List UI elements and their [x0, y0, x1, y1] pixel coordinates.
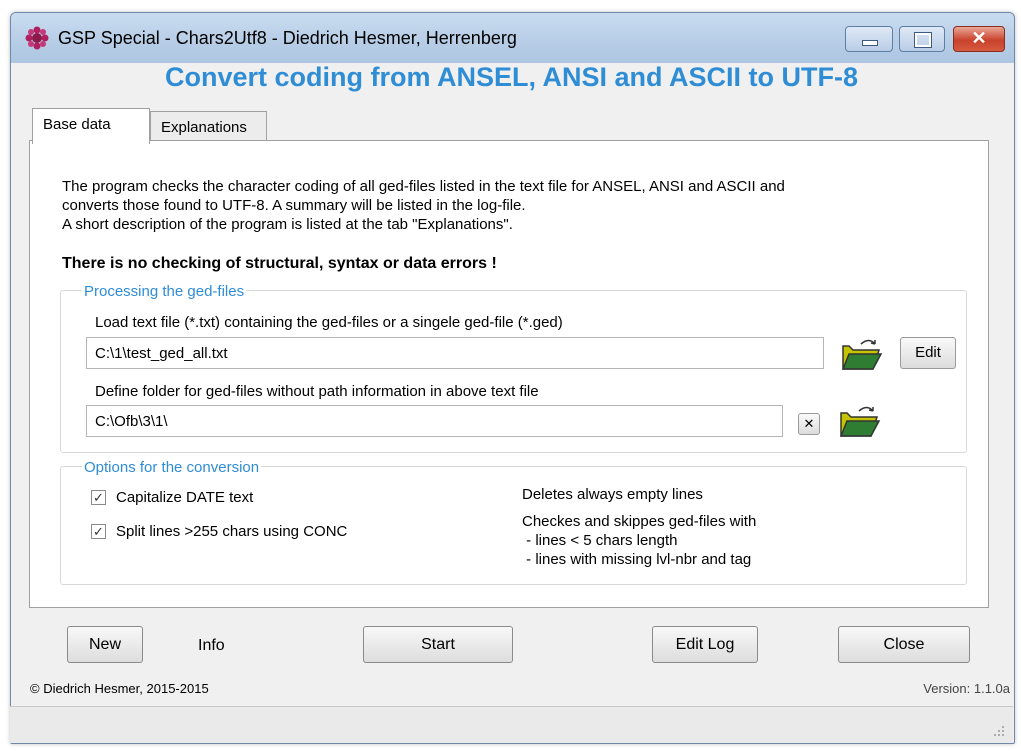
- intro-line-1: The program checks the character coding …: [62, 178, 785, 195]
- load-file-field[interactable]: C:\1\test_ged_all.txt: [86, 337, 824, 369]
- split-lines-label: Split lines >255 chars using CONC: [116, 523, 348, 540]
- note-missing-tag: - lines with missing lvl-nbr and tag: [522, 551, 752, 568]
- close-button[interactable]: Close: [838, 626, 970, 663]
- close-window-button[interactable]: ✕: [953, 26, 1005, 52]
- clear-icon: ✕: [803, 416, 815, 431]
- title-bar[interactable]: GSP Special - Chars2Utf8 - Diedrich Hesm…: [11, 13, 1014, 63]
- load-file-label: Load text file (*.txt) containing the ge…: [95, 314, 563, 331]
- intro-line-2: converts those found to UTF-8. A summary…: [62, 197, 526, 214]
- copyright-text: © Diedrich Hesmer, 2015-2015: [30, 681, 209, 696]
- app-logo-icon: [25, 26, 49, 50]
- start-button[interactable]: Start: [363, 626, 513, 663]
- close-icon: ✕: [971, 28, 987, 48]
- resize-grip-icon[interactable]: [993, 725, 1005, 737]
- tab-base-data[interactable]: Base data: [32, 108, 150, 144]
- folder-label: Define folder for ged-files without path…: [95, 383, 539, 400]
- warning-text: There is no checking of structural, synt…: [62, 255, 497, 272]
- new-button[interactable]: New: [67, 626, 143, 663]
- version-text: Version: 1.1.0a: [923, 681, 1010, 696]
- note-skip-header: Checkes and skippes ged-files with: [522, 513, 757, 530]
- options-group-title: Options for the conversion: [82, 459, 262, 476]
- intro-line-3: A short description of the program is li…: [62, 216, 513, 233]
- open-folder-icon[interactable]: [839, 336, 883, 372]
- maximize-button[interactable]: [899, 26, 945, 52]
- page-heading: Convert coding from ANSEL, ANSI and ASCI…: [164, 62, 858, 92]
- note-short-lines: - lines < 5 chars length: [522, 532, 678, 549]
- processing-group-title: Processing the ged-files: [82, 283, 247, 300]
- open-folder-icon[interactable]: [837, 403, 881, 439]
- tab-explanations[interactable]: Explanations: [150, 111, 267, 141]
- minimize-button[interactable]: [845, 26, 893, 52]
- clear-folder-button[interactable]: ✕: [798, 413, 820, 435]
- note-empty-lines: Deletes always empty lines: [522, 486, 703, 503]
- folder-field[interactable]: C:\Ofb\3\1\: [86, 405, 783, 437]
- edit-log-button[interactable]: Edit Log: [652, 626, 758, 663]
- edit-button[interactable]: Edit: [900, 337, 956, 369]
- capitalize-date-checkbox[interactable]: ✓: [91, 490, 106, 505]
- window-title: GSP Special - Chars2Utf8 - Diedrich Hesm…: [58, 28, 517, 48]
- info-label[interactable]: Info: [198, 637, 225, 655]
- intro-text: The program checks the character coding …: [62, 177, 962, 234]
- capitalize-date-label: Capitalize DATE text: [116, 489, 254, 506]
- split-lines-checkbox[interactable]: ✓: [91, 524, 106, 539]
- status-bar: [10, 706, 1013, 743]
